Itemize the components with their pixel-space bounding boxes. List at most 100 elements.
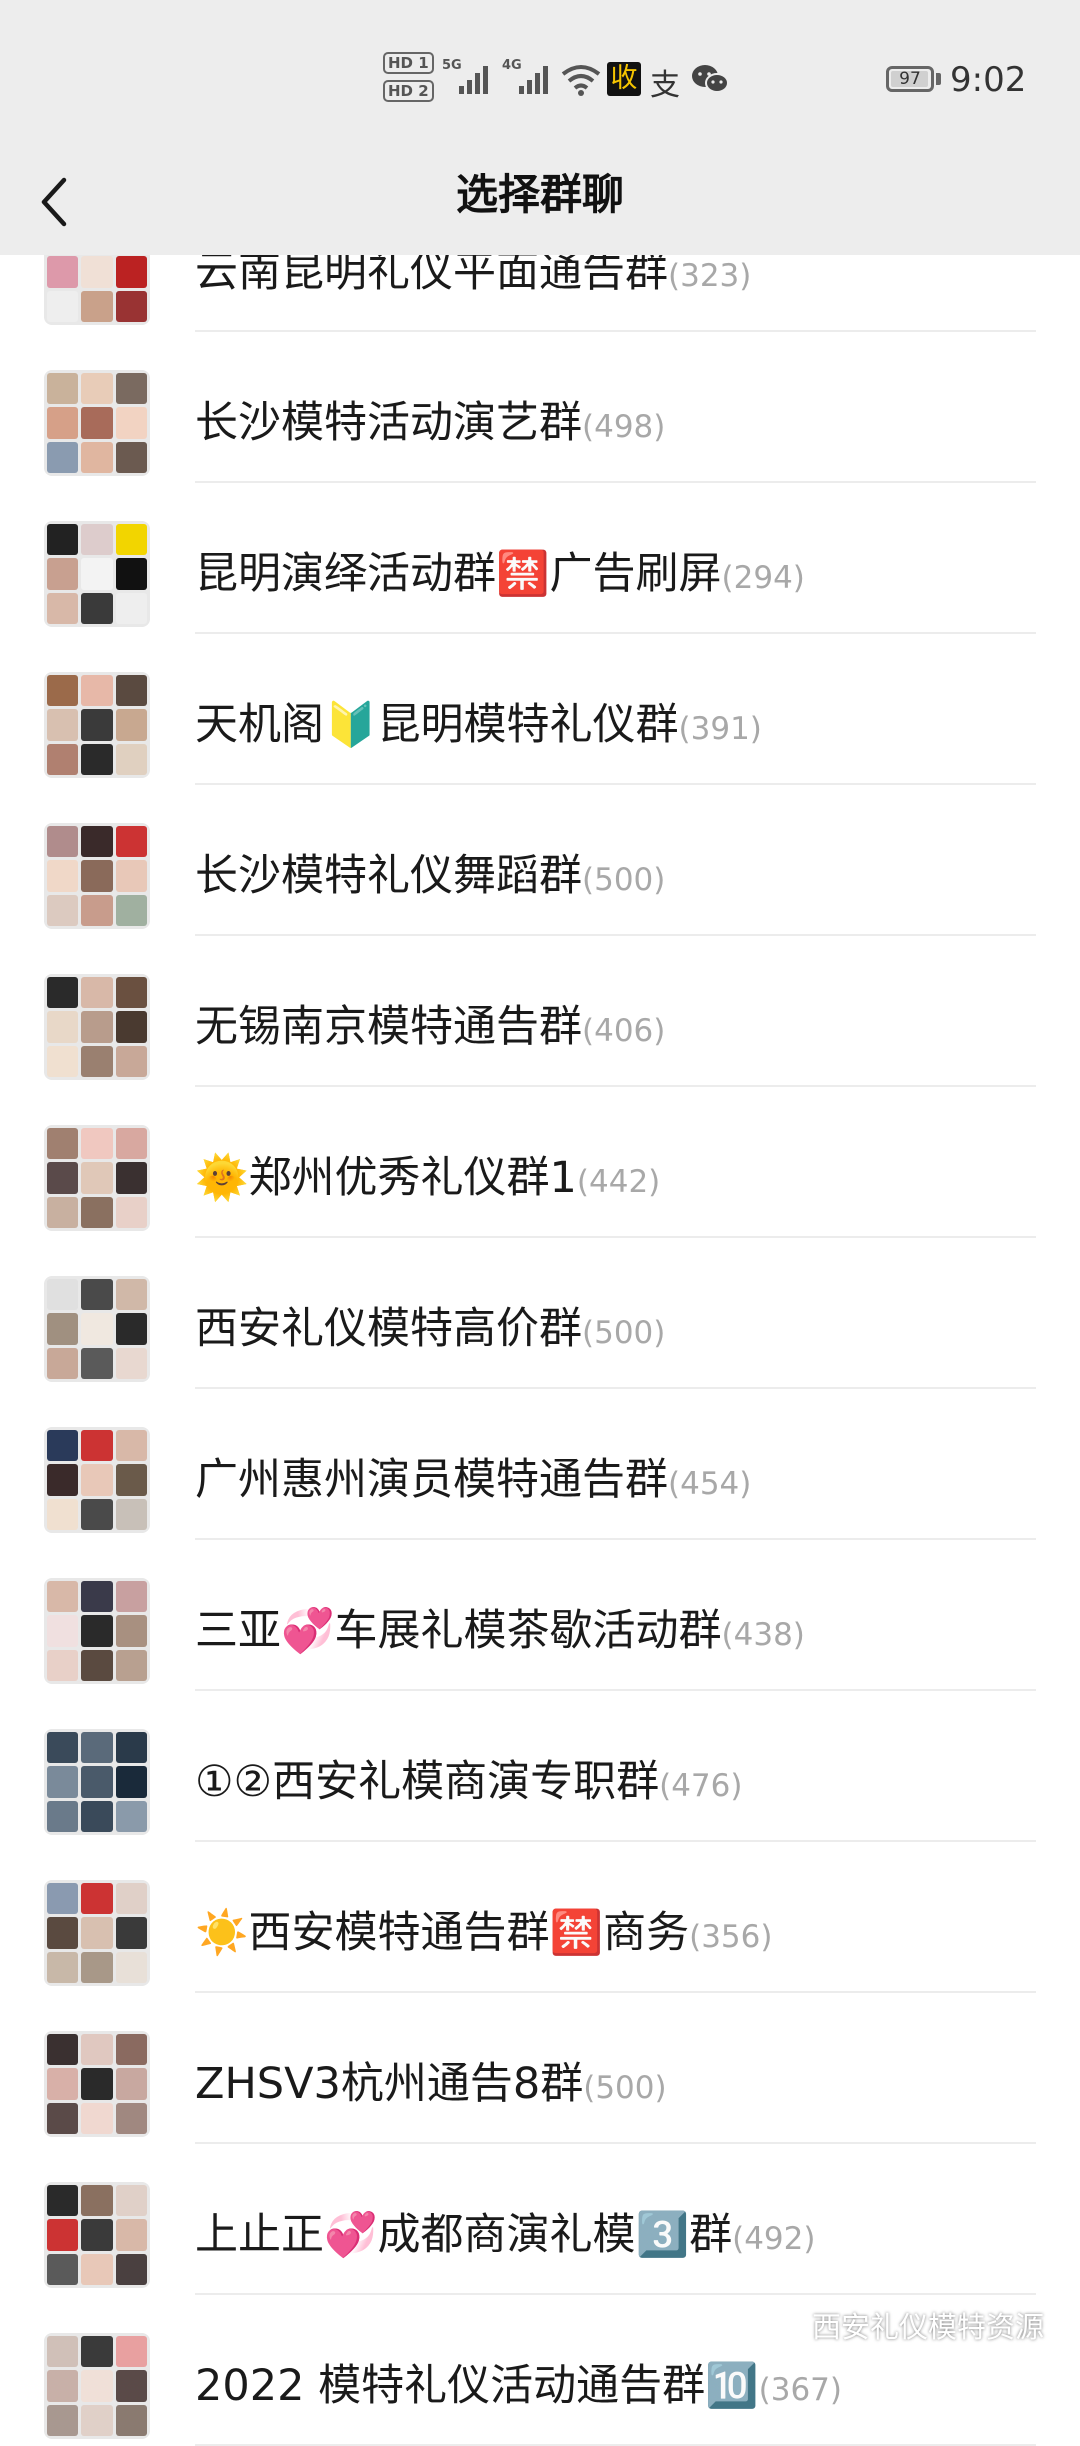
- signal-icon-2: [519, 66, 548, 94]
- member-avatar-tile: [47, 2034, 79, 2066]
- group-row[interactable]: ☀️西安模特通告群🈲商务(356): [0, 1841, 1080, 1993]
- group-row[interactable]: 昆明演绎活动群🈲广告刷屏(294): [0, 482, 1080, 634]
- battery-level: 97: [899, 69, 921, 89]
- member-avatar-tile: [115, 524, 147, 556]
- member-avatar-tile: [81, 524, 113, 556]
- group-row[interactable]: 上止正💞成都商演礼模3️⃣群(492): [0, 2143, 1080, 2295]
- group-row[interactable]: 广州惠州演员模特通告群(454): [0, 1388, 1080, 1540]
- member-avatar-tile: [81, 709, 113, 741]
- member-avatar-tile: [81, 1498, 113, 1530]
- group-avatar: [44, 974, 150, 1080]
- member-avatar-tile: [81, 1732, 113, 1764]
- group-avatar: [44, 1125, 150, 1231]
- member-avatar-tile: [81, 373, 113, 405]
- group-avatar: [44, 1729, 150, 1835]
- group-member-count: (406): [582, 1013, 666, 1049]
- group-member-count: (498): [582, 409, 666, 445]
- member-avatar-tile: [115, 2185, 147, 2217]
- member-avatar-tile: [115, 1615, 147, 1647]
- member-avatar-tile: [47, 558, 79, 590]
- group-name: 长沙模特活动演艺群: [195, 398, 582, 448]
- group-title: 🌞郑州优秀礼仪群1(442): [195, 1144, 660, 1216]
- group-avatar: [44, 2182, 150, 2288]
- member-avatar-tile: [115, 1045, 147, 1077]
- nav-bar: 选择群聊: [0, 150, 1080, 255]
- watermark: 西安礼仪模特资源: [770, 2304, 1044, 2346]
- member-avatar-tile: [47, 1464, 79, 1496]
- group-member-count: (500): [582, 862, 666, 898]
- hd2-badge: HD 2: [383, 80, 434, 102]
- group-row[interactable]: 天机阁🔰昆明模特礼仪群(391): [0, 633, 1080, 785]
- group-name: 昆明演绎活动群🈲广告刷屏: [195, 549, 722, 599]
- member-avatar-tile: [47, 1800, 79, 1832]
- group-row[interactable]: ①②西安礼模商演专职群(476): [0, 1690, 1080, 1842]
- member-avatar-tile: [81, 290, 113, 322]
- group-member-count: (367): [758, 2372, 842, 2408]
- group-row[interactable]: 西安礼仪模特高价群(500): [0, 1237, 1080, 1389]
- member-avatar-tile: [81, 1917, 113, 1949]
- member-avatar-tile: [81, 1800, 113, 1832]
- member-avatar-tile: [81, 1649, 113, 1681]
- member-avatar-tile: [81, 1196, 113, 1228]
- member-avatar-tile: [115, 2034, 147, 2066]
- member-avatar-tile: [115, 2370, 147, 2402]
- member-avatar-tile: [47, 1615, 79, 1647]
- member-avatar-tile: [47, 1581, 79, 1613]
- member-avatar-tile: [115, 1498, 147, 1530]
- group-title: ①②西安礼模商演专职群(476): [195, 1748, 742, 1820]
- group-title: 天机阁🔰昆明模特礼仪群(391): [195, 691, 762, 763]
- hd-indicators: HD 1 HD 2: [383, 52, 435, 108]
- member-avatar-tile: [47, 2102, 79, 2134]
- group-row[interactable]: 🌞郑州优秀礼仪群1(442): [0, 1086, 1080, 1238]
- member-avatar-tile: [81, 1951, 113, 1983]
- member-avatar-tile: [115, 2219, 147, 2251]
- group-title: ☀️西安模特通告群🈲商务(356): [195, 1899, 772, 1971]
- group-name: ☀️西安模特通告群🈲商务: [195, 1908, 690, 1958]
- member-avatar-tile: [115, 2336, 147, 2368]
- member-avatar-tile: [115, 592, 147, 624]
- group-member-count: (438): [721, 1617, 805, 1653]
- group-row[interactable]: 长沙模特活动演艺群(498): [0, 331, 1080, 483]
- member-avatar-tile: [115, 709, 147, 741]
- member-avatar-tile: [115, 675, 147, 707]
- group-avatar: [44, 2031, 150, 2137]
- member-avatar-tile: [115, 1766, 147, 1798]
- member-avatar-tile: [81, 2068, 113, 2100]
- group-row[interactable]: 长沙模特礼仪舞蹈群(500): [0, 784, 1080, 936]
- member-avatar-tile: [47, 1162, 79, 1194]
- group-name: 天机阁🔰昆明模特礼仪群: [195, 700, 679, 750]
- group-title: 长沙模特活动演艺群(498): [195, 389, 665, 461]
- group-member-count: (492): [732, 2221, 816, 2257]
- group-row[interactable]: ZHSV3杭州通告8群(500): [0, 1992, 1080, 2144]
- member-avatar-tile: [115, 1883, 147, 1915]
- group-avatar: [44, 1578, 150, 1684]
- member-avatar-tile: [115, 826, 147, 858]
- member-avatar-tile: [115, 1917, 147, 1949]
- group-member-count: (294): [721, 560, 805, 596]
- member-avatar-tile: [81, 1347, 113, 1379]
- member-avatar-tile: [115, 2404, 147, 2436]
- member-avatar-tile: [81, 860, 113, 892]
- member-avatar-tile: [81, 1045, 113, 1077]
- member-avatar-tile: [47, 1196, 79, 1228]
- member-avatar-tile: [47, 373, 79, 405]
- group-title: 昆明演绎活动群🈲广告刷屏(294): [195, 540, 805, 612]
- member-avatar-tile: [115, 743, 147, 775]
- group-name: 三亚💞车展礼模茶歇活动群: [195, 1606, 722, 1656]
- member-avatar-tile: [47, 2068, 79, 2100]
- group-row[interactable]: 三亚💞车展礼模茶歇活动群(438): [0, 1539, 1080, 1691]
- member-avatar-tile: [115, 1011, 147, 1043]
- group-title: 广州惠州演员模特通告群(454): [195, 1446, 751, 1518]
- member-avatar-tile: [47, 894, 79, 926]
- group-row[interactable]: 无锡南京模特通告群(406): [0, 935, 1080, 1087]
- member-avatar-tile: [47, 1011, 79, 1043]
- member-avatar-tile: [115, 977, 147, 1009]
- member-avatar-tile: [81, 894, 113, 926]
- wechat-official-account-icon: [770, 2315, 805, 2341]
- member-avatar-tile: [81, 441, 113, 473]
- group-member-count: (391): [678, 711, 762, 747]
- battery-nub: [936, 73, 941, 85]
- member-avatar-tile: [81, 1011, 113, 1043]
- member-avatar-tile: [81, 1883, 113, 1915]
- group-avatar: [44, 823, 150, 929]
